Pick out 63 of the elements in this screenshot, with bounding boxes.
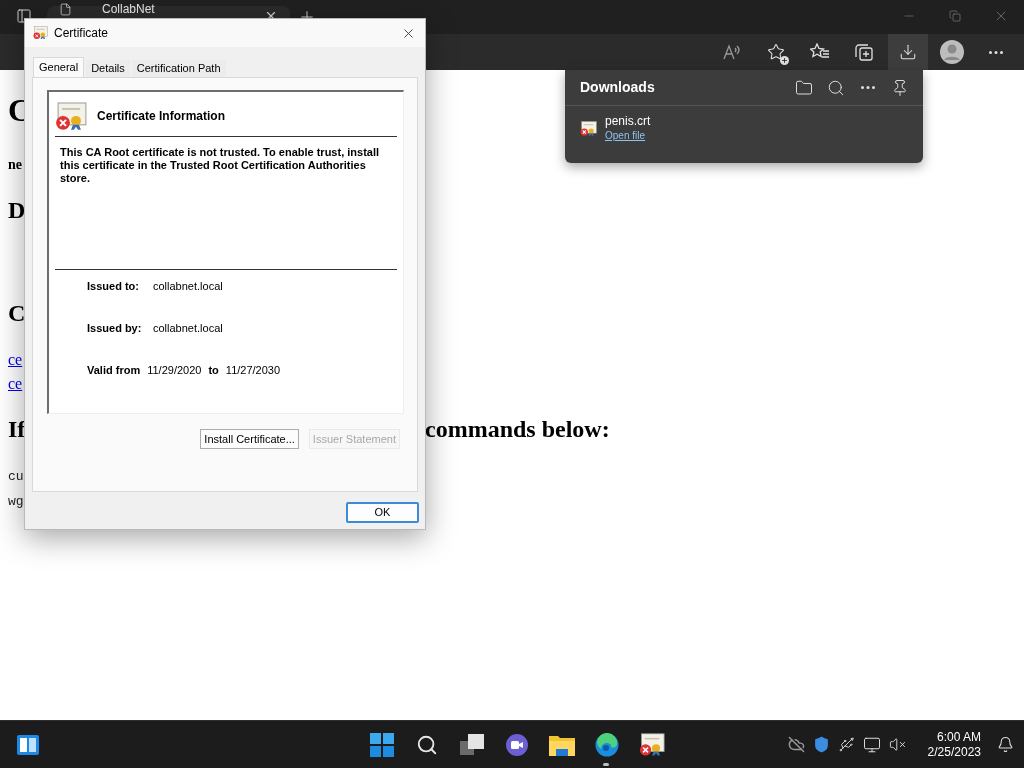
ok-button[interactable]: OK [346, 502, 419, 523]
page-text: ne [8, 157, 22, 172]
field-label: Issued by: [87, 322, 143, 335]
monitor-icon[interactable] [862, 735, 881, 754]
pin-icon[interactable] [891, 78, 909, 97]
dialog-tab[interactable]: Certification Path [131, 60, 226, 77]
folder-icon [548, 734, 575, 756]
section-heading: C [8, 299, 26, 327]
file-icon [580, 120, 597, 137]
video-chat-icon [504, 733, 529, 757]
more-icon [861, 86, 875, 89]
clock-date: 2/25/2023 [927, 744, 981, 760]
field-label: Issued to: [87, 280, 140, 293]
collections-icon [854, 42, 874, 62]
section-heading: commands below: [425, 415, 610, 443]
more-icon [989, 50, 1003, 54]
field-value: 11/29/2020 [147, 364, 202, 377]
field-label: to [208, 364, 219, 377]
field-label: Valid from [87, 364, 141, 377]
restore-icon [949, 10, 961, 22]
cloud-off-icon[interactable] [787, 736, 805, 753]
section-heading: If [8, 415, 26, 443]
browser-icon [594, 733, 619, 757]
download-file-name[interactable]: penis.crt [605, 114, 651, 129]
certificate-icon [638, 733, 665, 757]
read-aloud-icon [722, 43, 742, 61]
certificate-icon [33, 26, 48, 40]
task-view-icon [459, 734, 484, 756]
tab-actions-icon[interactable] [16, 8, 32, 24]
usb-icon[interactable] [837, 736, 855, 753]
shield-icon[interactable] [812, 736, 830, 753]
folder-icon[interactable] [795, 78, 813, 97]
command-text: cu [8, 469, 24, 484]
file-icon [59, 3, 72, 16]
dialog-tab[interactable]: Details [86, 60, 130, 77]
page-link[interactable]: ce [8, 351, 23, 368]
volume-muted-icon[interactable] [888, 736, 906, 753]
widgets-icon[interactable] [17, 734, 39, 755]
windows-logo-icon [369, 733, 394, 757]
notification-bell-icon[interactable] [997, 736, 1014, 753]
avatar-icon [940, 40, 964, 64]
clock-time: 6:00 AM [936, 729, 981, 745]
tab-title: CollabNet [102, 3, 155, 16]
section-heading: Certificate Information [97, 108, 225, 126]
dialog-button[interactable]: Install Certificate... [200, 429, 299, 449]
dialog-title: Certificate [54, 25, 109, 42]
downloads-button[interactable] [888, 34, 928, 70]
command-text: wg [8, 494, 24, 509]
star-list-icon [810, 43, 830, 61]
downloads-title: Downloads [580, 78, 655, 97]
open-file-link[interactable]: Open file [605, 129, 646, 143]
download-icon [899, 43, 917, 61]
page-link[interactable]: ce [8, 375, 23, 392]
field-value: collabnet.local [153, 322, 224, 335]
search-icon [415, 734, 438, 756]
field-value: 11/27/2030 [225, 364, 281, 377]
field-value: collabnet.local [153, 280, 224, 293]
trust-message: This CA Root certificate is not trusted. To enable trust, install this certificate in the Trusted Root Certification Authorities store. [59, 145, 381, 185]
dialog-tab[interactable]: General [33, 57, 85, 77]
section-heading: D [8, 196, 26, 224]
certificate-icon [55, 102, 87, 131]
clock[interactable]: 6:00 AM 2/25/2023 [927, 729, 981, 760]
search-icon[interactable] [827, 78, 845, 97]
